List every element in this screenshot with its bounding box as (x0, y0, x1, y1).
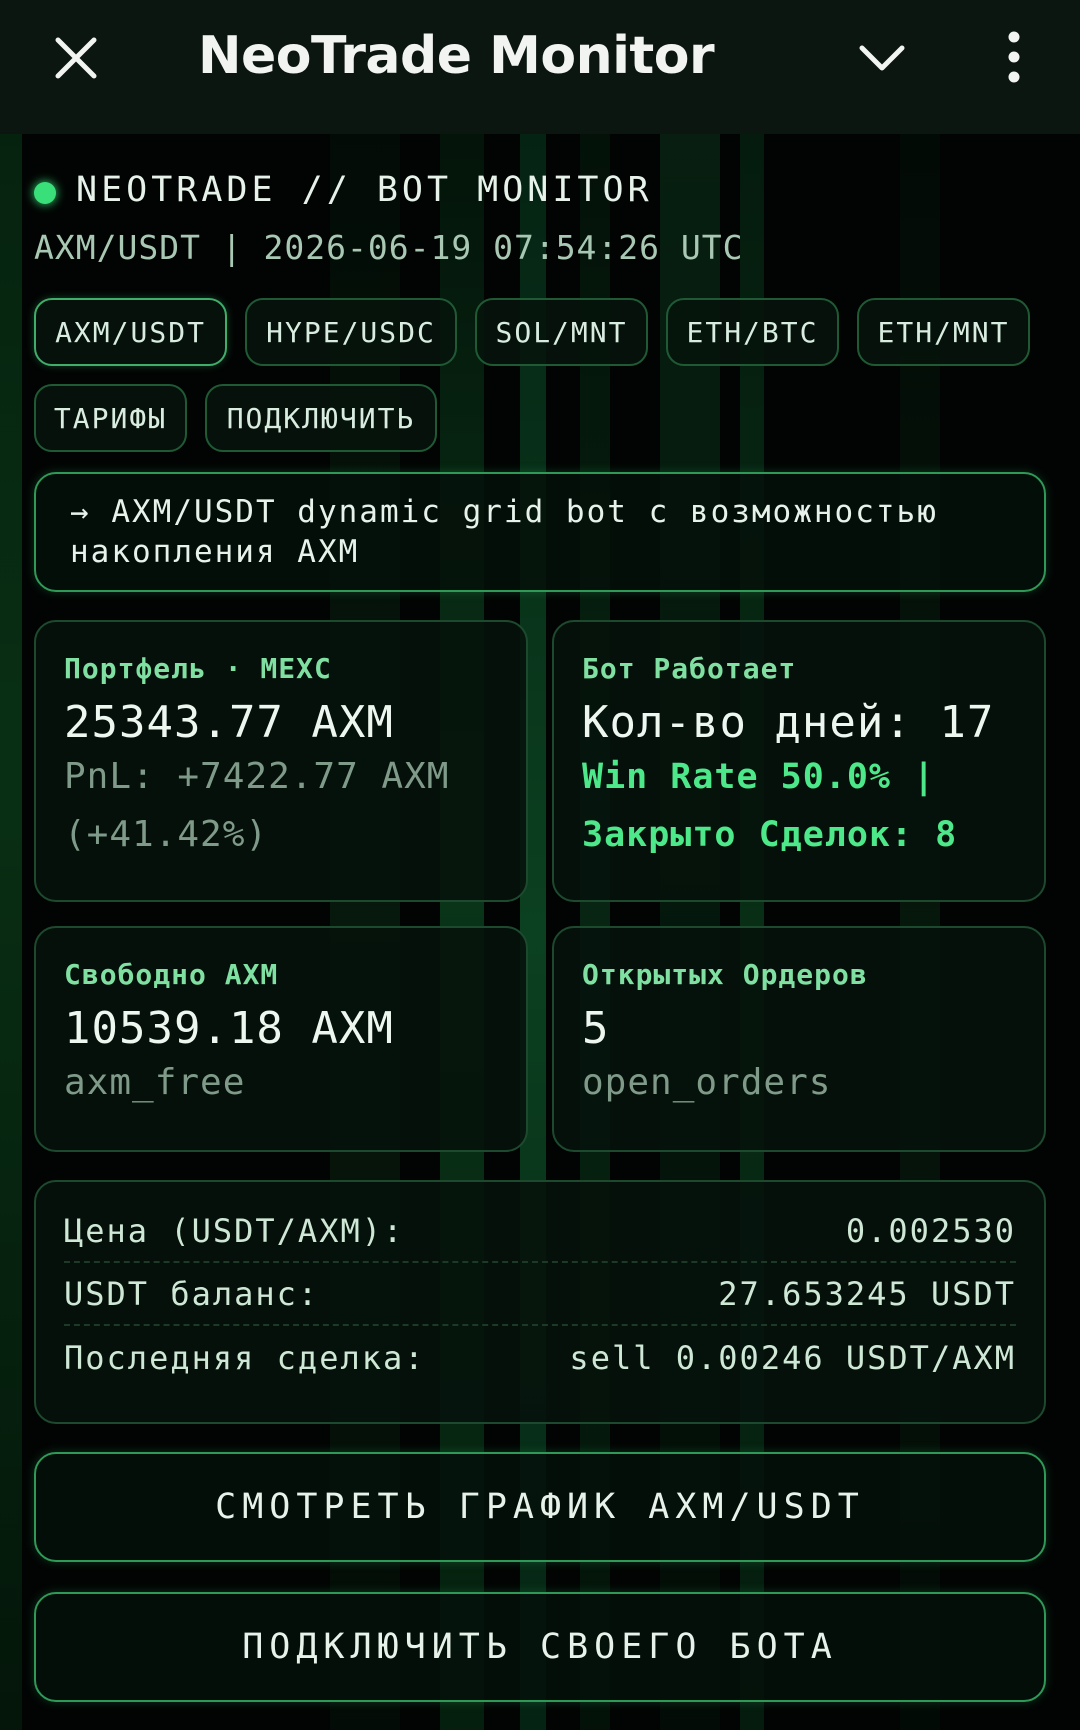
status-dot (34, 182, 56, 204)
open-orders-key: open_orders (582, 1062, 832, 1103)
page-subtitle: AXM/USDT | 2026-06-19 07:54:26 UTC (34, 228, 744, 267)
portfolio-label: Портфель · MEXC (64, 652, 332, 685)
tab-axm-usdt[interactable]: AXM/USDT (34, 298, 227, 366)
usdt-balance-label: USDT баланс: (64, 1274, 320, 1313)
bot-closed-deals: Закрыто Сделок: 8 (582, 815, 958, 855)
free-axm-value: 10539.18 AXM (64, 1003, 394, 1054)
app-bar: NeoTrade Monitor (0, 0, 1080, 134)
info-table: Цена (USDT/AXM): 0.002530 USDT баланс: 2… (34, 1180, 1046, 1424)
open-orders-label: Открытых Ордеров (582, 958, 868, 991)
page-title: NEOTRADE // BOT MONITOR (76, 170, 653, 210)
more-vertical-icon[interactable] (1000, 30, 1028, 84)
free-axm-key: axm_free (64, 1062, 246, 1103)
portfolio-value: 25343.77 AXM (64, 697, 394, 748)
tab-eth-btc[interactable]: ETH/BTC (666, 298, 839, 366)
bot-status-label: Бот Работает (582, 652, 797, 685)
price-value: 0.002530 (845, 1211, 1016, 1250)
tab-tariffs[interactable]: ТАРИФЫ (34, 384, 187, 452)
last-trade-value: sell 0.00246 USDT/AXM (569, 1338, 1016, 1377)
bot-status-card: Бот Работает Кол-во дней: 17 Win Rate 50… (552, 620, 1046, 902)
portfolio-card: Портфель · MEXC 25343.77 AXM PnL: +7422.… (34, 620, 528, 902)
bot-days: Кол-во дней: 17 (582, 697, 995, 748)
bot-description: → AXM/USDT dynamic grid bot с возможност… (34, 472, 1046, 592)
tab-connect[interactable]: ПОДКЛЮЧИТЬ (205, 384, 437, 452)
free-axm-label: Свободно AXM (64, 958, 279, 991)
bot-win-rate: Win Rate 50.0% | (582, 757, 936, 797)
tab-eth-mnt[interactable]: ETH/MNT (857, 298, 1030, 366)
tab-hype-usdc[interactable]: HYPE/USDC (245, 298, 457, 366)
info-row: Цена (USDT/AXM): 0.002530 (64, 1200, 1016, 1263)
free-axm-card: Свободно AXM 10539.18 AXM axm_free (34, 926, 528, 1152)
open-orders-value: 5 (582, 1003, 610, 1054)
price-label: Цена (USDT/AXM): (64, 1211, 405, 1250)
info-row: Последняя сделка: sell 0.00246 USDT/AXM (64, 1326, 1016, 1389)
app-title: NeoTrade Monitor (198, 26, 715, 86)
chevron-down-icon[interactable] (858, 40, 906, 74)
last-trade-label: Последняя сделка: (64, 1338, 426, 1377)
connect-bot-button[interactable]: ПОДКЛЮЧИТЬ СВОЕГО БОТА (34, 1592, 1046, 1702)
tab-sol-mnt[interactable]: SOL/MNT (475, 298, 648, 366)
close-icon[interactable] (54, 36, 98, 80)
open-orders-card: Открытых Ордеров 5 open_orders (552, 926, 1046, 1152)
view-chart-button[interactable]: СМОТРЕТЬ ГРАФИК AXM/USDT (34, 1452, 1046, 1562)
info-row: USDT баланс: 27.653245 USDT (64, 1263, 1016, 1326)
portfolio-pnl: PnL: +7422.77 AXM (64, 756, 450, 797)
usdt-balance-value: 27.653245 USDT (718, 1274, 1016, 1313)
portfolio-pnl-percent: (+41.42%) (64, 814, 269, 855)
